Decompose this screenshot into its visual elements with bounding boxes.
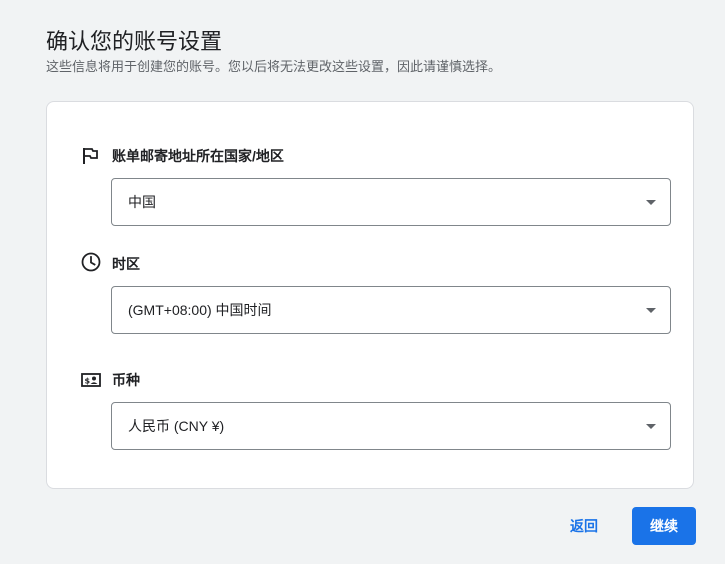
country-select[interactable]: 中国 (111, 178, 671, 226)
page-subtitle: 这些信息将用于创建您的账号。您以后将无法更改这些设置，因此请谨慎选择。 (46, 59, 502, 74)
chevron-down-icon (646, 424, 656, 429)
chevron-down-icon (646, 308, 656, 313)
page-title: 确认您的账号设置 (46, 29, 223, 54)
currency-label: 币种 (112, 372, 140, 388)
currency-select[interactable]: 人民币 (CNY ¥) (111, 402, 671, 450)
currency-icon: $ (81, 370, 101, 390)
back-button[interactable]: 返回 (556, 508, 612, 544)
clock-icon (81, 252, 101, 272)
country-label: 账单邮寄地址所在国家/地区 (112, 148, 284, 164)
currency-select-value: 人民币 (CNY ¥) (128, 418, 225, 434)
chevron-down-icon (646, 200, 656, 205)
timezone-label: 时区 (112, 256, 140, 272)
svg-text:$: $ (85, 377, 91, 386)
timezone-select-value: (GMT+08:00) 中国时间 (128, 302, 272, 318)
account-settings-page: 确认您的账号设置 这些信息将用于创建您的账号。您以后将无法更改这些设置，因此请谨… (0, 0, 725, 564)
continue-button[interactable]: 继续 (632, 507, 696, 545)
flag-icon (81, 146, 101, 166)
settings-card: 账单邮寄地址所在国家/地区 中国 时区 (GMT+08:00) 中国时间 $ 币… (46, 101, 694, 489)
timezone-select[interactable]: (GMT+08:00) 中国时间 (111, 286, 671, 334)
country-select-value: 中国 (128, 194, 156, 210)
